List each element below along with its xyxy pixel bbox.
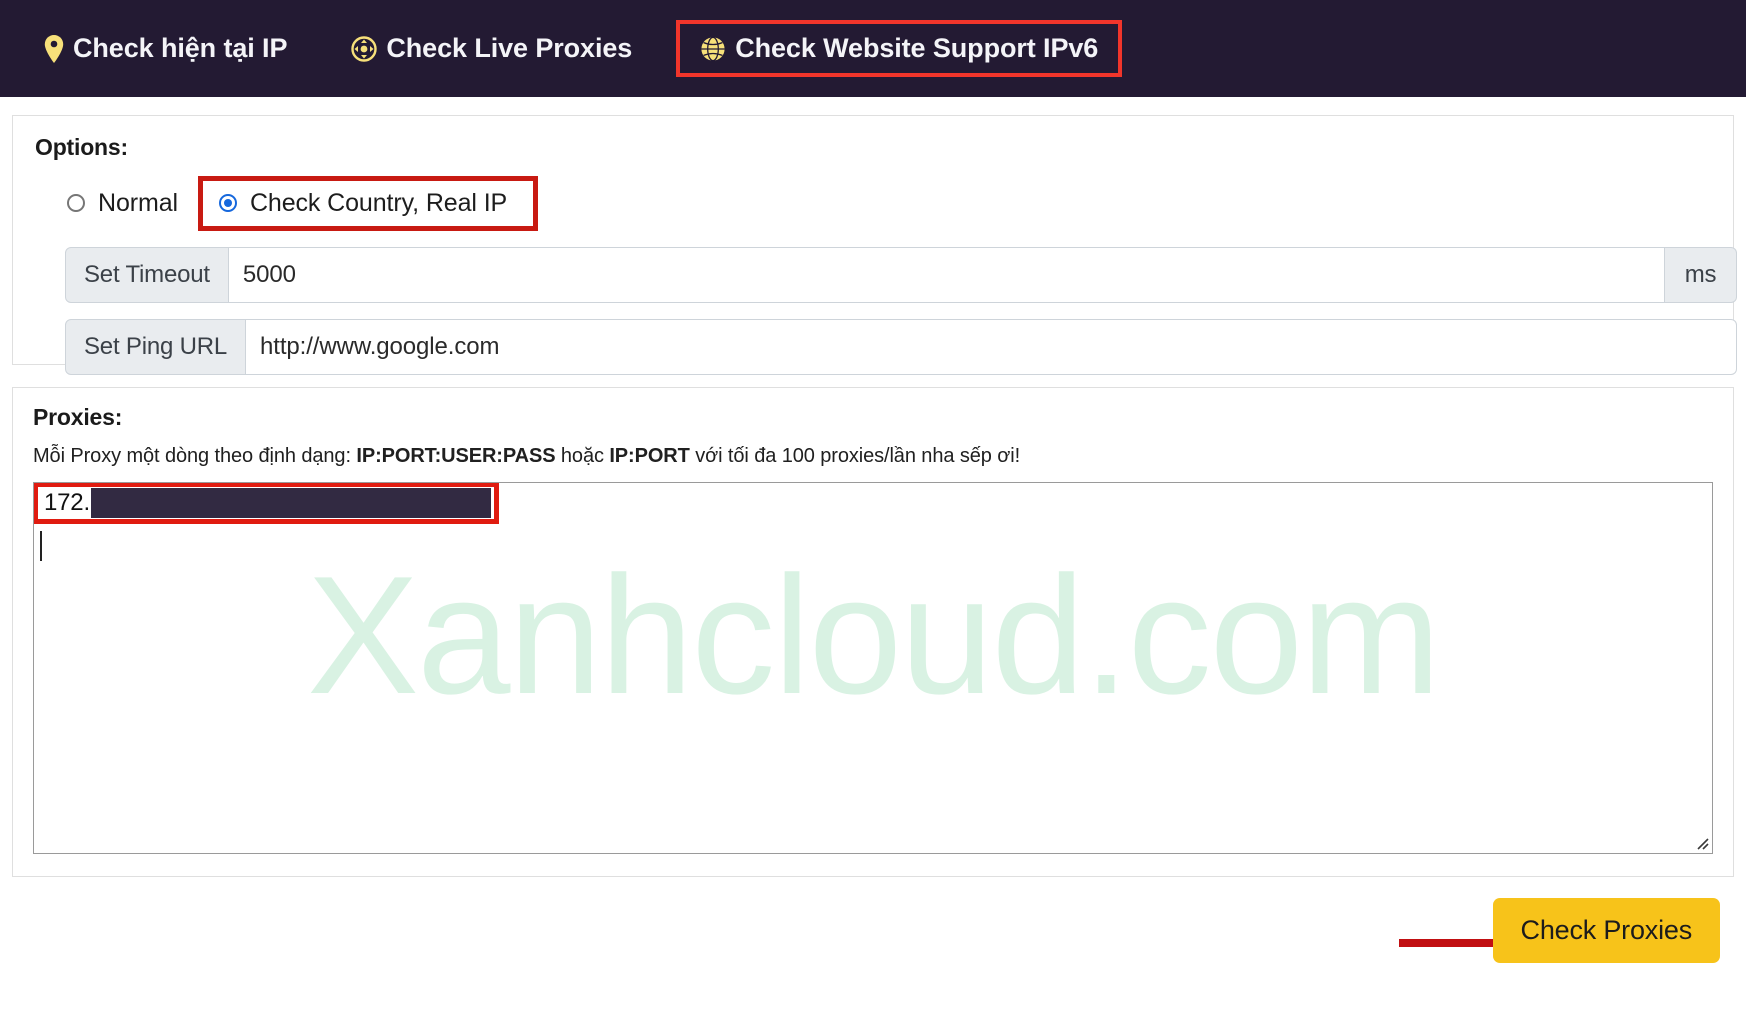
proxies-title: Proxies: [33,404,123,430]
watermark-text: Xanhcloud.com [306,541,1441,729]
radio-check-country-label: Check Country, Real IP [249,188,508,217]
radio-option-normal[interactable]: Normal [67,189,178,218]
footer-actions: Check Proxies [12,877,1734,997]
proxies-textarea[interactable]: Xanhcloud.com 172. [33,482,1713,854]
proxies-format-hint: Mỗi Proxy một dòng theo định dạng: IP:PO… [33,445,1713,468]
options-radio-row: Normal Check Country, Real IP [67,175,1711,231]
nav-item-check-website-support-ipv6[interactable]: Check Website Support IPv6 [676,20,1123,77]
options-panel: Options: Normal Check Country, Real IP S… [12,115,1737,375]
nav-label: Check Website Support IPv6 [735,33,1099,63]
set-timeout-addon-label: Set Timeout [65,247,229,303]
map-pin-icon [44,34,64,63]
radio-option-check-country-highlight: Check Country, Real IP [197,175,539,231]
proxy-first-line-highlight: 172. [34,483,499,524]
redaction-bar [90,488,491,518]
top-navbar: Check hiện tại IP Check Live Proxies Che… [0,0,1746,97]
set-timeout-input[interactable]: 5000 [228,247,1665,303]
set-ping-url-input[interactable]: http://www.google.com [246,319,1737,375]
proxy-visible-text: 172. [44,489,90,516]
set-ping-url-addon-label: Set Ping URL [65,319,247,375]
set-timeout-unit-label: ms [1665,247,1737,303]
nav-label: Check hiện tại IP [73,33,288,63]
nav-item-check-current-ip[interactable]: Check hiện tại IP [30,22,301,75]
radio-check-country-indicator[interactable] [218,194,237,212]
proxies-panel: Proxies: Mỗi Proxy một dòng theo định dạ… [12,387,1734,877]
hint-suffix: với tối đa 100 proxies/lần nha sếp ơi! [689,445,1021,467]
options-title: Options: [35,134,128,160]
radio-normal-label: Normal [98,188,178,217]
text-caret [40,531,42,561]
radio-normal-indicator[interactable] [67,194,85,212]
radio-option-check-country-real-ip[interactable]: Check Country, Real IP [218,188,508,218]
set-timeout-group: Set Timeout 5000 ms [65,247,1737,303]
set-ping-url-group: Set Ping URL http://www.google.com [65,319,1737,375]
hint-format-ip-port: IP:PORT [609,445,690,467]
hint-prefix: Mỗi Proxy một dòng theo định dạng: [33,445,357,467]
globe-icon [700,36,726,62]
nav-label: Check Live Proxies [386,33,633,63]
check-proxies-button[interactable]: Check Proxies [1492,898,1720,963]
resize-handle-icon[interactable] [1693,834,1709,850]
nav-item-check-live-proxies[interactable]: Check Live Proxies [337,22,646,75]
hint-format-ip-port-user-pass: IP:PORT:USER:PASS [356,445,556,467]
hint-middle: hoặc [555,445,610,467]
crosshair-target-icon [351,35,378,62]
